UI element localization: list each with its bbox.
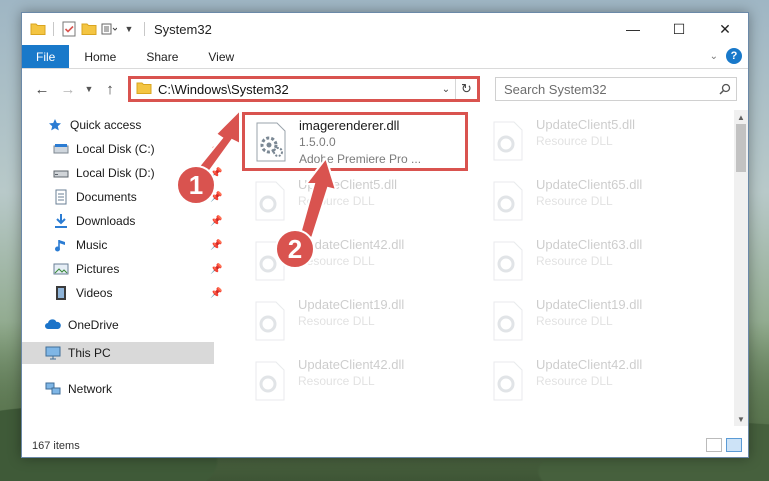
step-2-badge: 2 — [275, 229, 315, 269]
annotation-arrow-2 — [298, 155, 338, 240]
step-1-badge: 1 — [176, 165, 216, 205]
annotation-arrows — [194, 107, 338, 240]
